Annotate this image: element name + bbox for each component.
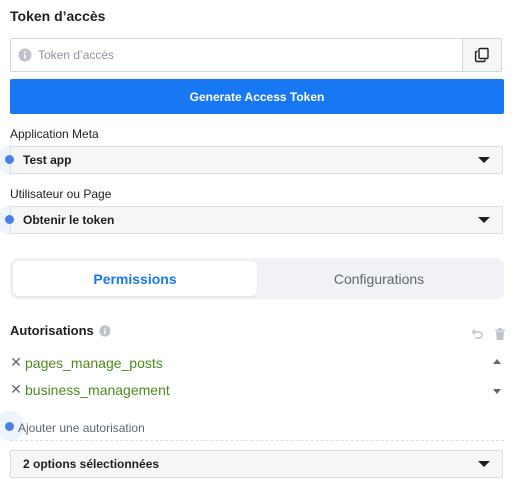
trash-icon[interactable]: [494, 327, 506, 341]
user-page-select[interactable]: Obtenir le token: [10, 206, 503, 234]
chevron-down-icon: [478, 217, 490, 223]
options-selected-value: 2 options sélectionnées: [23, 457, 160, 471]
indicator-dot: [5, 155, 14, 164]
autorisations-heading: Autorisations: [10, 323, 111, 338]
permission-item: ✕ pages_manage_posts: [10, 354, 163, 371]
section-title: Token d’accès: [10, 8, 106, 24]
sort-up-icon[interactable]: [493, 359, 501, 364]
application-selected-value: Test app: [23, 153, 72, 167]
options-select[interactable]: 2 options sélectionnées: [10, 450, 503, 478]
access-token-field[interactable]: [10, 38, 502, 72]
indicator-dot: [5, 422, 14, 431]
autorisations-toolbar: [470, 327, 506, 341]
chevron-down-icon: [478, 157, 490, 163]
close-icon[interactable]: ✕: [10, 381, 22, 398]
permission-name: business_management: [25, 381, 170, 398]
close-icon[interactable]: ✕: [10, 354, 22, 371]
tab-permissions[interactable]: Permissions: [13, 261, 257, 296]
copy-icon: [474, 47, 489, 63]
autorisations-title: Autorisations: [10, 323, 94, 338]
generate-access-token-button[interactable]: Generate Access Token: [10, 79, 504, 114]
undo-icon[interactable]: [470, 327, 484, 341]
permission-item: ✕ business_management: [10, 381, 170, 398]
divider: [10, 440, 504, 441]
access-token-panel: Token d’accès Generate Access Token Appl…: [0, 0, 527, 492]
user-page-selected-value: Obtenir le token: [23, 213, 115, 227]
tab-bar: Permissions Configurations: [10, 258, 504, 299]
sort-down-icon[interactable]: [493, 389, 501, 394]
indicator-dot: [5, 215, 14, 224]
chevron-down-icon: [478, 461, 490, 467]
info-icon: [99, 324, 111, 337]
application-label: Application Meta: [10, 127, 99, 141]
permission-name: pages_manage_posts: [25, 354, 163, 371]
access-token-input[interactable]: [38, 40, 462, 70]
user-page-label: Utilisateur ou Page: [10, 187, 112, 201]
copy-button[interactable]: [462, 39, 501, 71]
info-icon: [18, 48, 32, 62]
add-autorisation-input[interactable]: Ajouter une autorisation: [18, 421, 145, 435]
tab-configurations[interactable]: Configurations: [257, 261, 501, 296]
application-select[interactable]: Test app: [10, 146, 503, 174]
